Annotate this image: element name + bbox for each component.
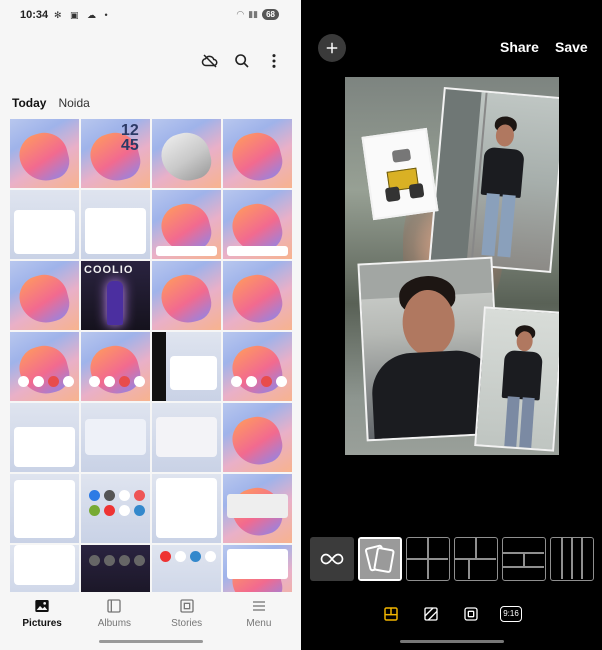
status-bar: 10:34 ✻ ▣ ☁ • ◠ ▮▮ 68 <box>0 0 301 30</box>
photo-thumbnail[interactable] <box>81 474 150 543</box>
aspect-ratio-button[interactable]: 9:16 <box>500 603 522 625</box>
collage-editor: Share Save 9:16 <box>302 0 602 650</box>
photo-thumbnail[interactable] <box>223 261 292 330</box>
photo-thumbnail[interactable] <box>81 190 150 259</box>
nav-menu-label: Menu <box>246 618 272 629</box>
menu-icon <box>252 601 265 611</box>
home-indicator[interactable] <box>99 640 203 643</box>
photo-thumbnail[interactable] <box>10 190 79 259</box>
photo-thumbnail[interactable]: 12 45 <box>81 119 150 188</box>
nav-pictures-label: Pictures <box>22 618 62 629</box>
photo-thumbnail[interactable] <box>223 190 292 259</box>
photo-thumbnail[interactable] <box>152 119 221 188</box>
collage-photo-standing-man-2[interactable] <box>474 306 559 452</box>
mixed-layout-button[interactable] <box>454 537 498 581</box>
gallery-toolbar <box>201 52 283 70</box>
photo-thumbnail[interactable] <box>223 332 292 401</box>
layout-tool-icon[interactable] <box>380 603 402 625</box>
status-time: 10:34 <box>20 9 49 21</box>
photo-thumbnail[interactable] <box>81 332 150 401</box>
wifi-icon: ◠ <box>236 9 245 19</box>
save-button[interactable]: Save <box>555 39 588 55</box>
editor-tools: 9:16 <box>380 603 522 625</box>
gallery-screen: 10:34 ✻ ▣ ☁ • ◠ ▮▮ 68 Today Noida 12 45 … <box>0 0 301 650</box>
photo-thumbnail[interactable] <box>10 332 79 401</box>
share-button[interactable]: Share <box>500 39 539 55</box>
photo-thumbnail[interactable] <box>10 261 79 330</box>
rows-layout-button[interactable] <box>502 537 546 581</box>
columns-layout-button[interactable] <box>550 537 594 581</box>
photo-thumbnail[interactable] <box>223 403 292 472</box>
location-tabs: Today Noida <box>12 96 90 110</box>
system-icons: ◠ ▮▮ 68 <box>236 9 279 20</box>
collage-photo-robot[interactable] <box>361 127 439 221</box>
signal-icon: ▮▮ <box>248 9 259 19</box>
tab-today[interactable]: Today <box>12 96 46 110</box>
photo-thumbnail[interactable] <box>81 403 150 472</box>
photo-thumbnail[interactable] <box>10 119 79 188</box>
photo-thumbnail[interactable] <box>152 261 221 330</box>
plus-icon <box>326 42 338 54</box>
freeform-layout-button[interactable] <box>310 537 354 581</box>
image-icon <box>35 600 49 612</box>
search-icon[interactable] <box>233 52 251 70</box>
notification-icons: ✻ ▣ ☁ • <box>54 10 111 20</box>
battery-badge: 68 <box>262 9 279 20</box>
photo-thumbnail[interactable] <box>10 474 79 543</box>
photo-thumbnail[interactable] <box>10 403 79 472</box>
photo-thumbnail[interactable] <box>152 190 221 259</box>
photo-thumbnail[interactable] <box>152 332 221 401</box>
stacked-photos-layout-button[interactable] <box>358 537 402 581</box>
photo-thumbnail[interactable]: COOLIO <box>81 261 150 330</box>
home-indicator[interactable] <box>400 640 504 643</box>
add-photo-button[interactable] <box>318 34 346 62</box>
nav-stories-label: Stories <box>171 618 203 629</box>
photo-thumbnail[interactable] <box>152 403 221 472</box>
infinity-icon <box>320 553 344 565</box>
cloud-off-icon[interactable] <box>201 52 219 70</box>
album-icon <box>107 599 122 613</box>
screen: 10:34 ✻ ▣ ☁ • ◠ ▮▮ 68 Today Noida 12 45 … <box>0 0 602 650</box>
photo-grid: 12 45 COOLIO <box>10 119 292 614</box>
layout-templates <box>310 537 594 581</box>
thumbnail-album-text: COOLIO <box>84 264 134 276</box>
nav-pictures[interactable]: Pictures <box>12 592 72 650</box>
background-tool-icon[interactable] <box>420 603 442 625</box>
aspect-ratio-label: 9:16 <box>500 606 522 622</box>
photo-thumbnail[interactable] <box>223 474 292 543</box>
collage-photo-standing-man[interactable] <box>428 86 559 274</box>
nav-albums-label: Albums <box>97 618 132 629</box>
thumbnail-clock-text: 12 45 <box>121 122 139 154</box>
stacked-photos-icon <box>360 539 400 579</box>
collage-canvas[interactable] <box>345 77 559 455</box>
nav-menu[interactable]: Menu <box>229 592 289 650</box>
border-tool-icon[interactable] <box>460 603 482 625</box>
more-options-icon[interactable] <box>265 52 283 70</box>
photo-thumbnail[interactable] <box>152 474 221 543</box>
photo-thumbnail[interactable] <box>223 119 292 188</box>
grid-2x2-layout-button[interactable] <box>406 537 450 581</box>
tab-noida[interactable]: Noida <box>58 96 89 110</box>
stories-icon <box>179 599 194 613</box>
